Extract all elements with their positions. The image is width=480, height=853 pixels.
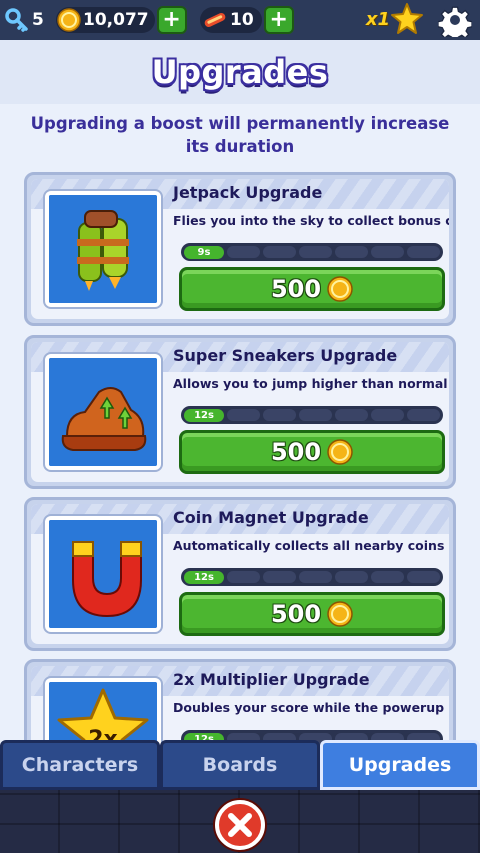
progress-fill: 12s [184,408,224,422]
progress-segment [227,246,260,258]
progress-segment [299,409,332,421]
upgrade-title: Jetpack Upgrade [173,183,323,202]
multiplier-value: x1 [365,8,390,30]
progress-segment [371,246,404,258]
title-band: Upgrades [0,40,480,104]
progress-segment [335,246,368,258]
keys-counter: 5 [4,4,44,36]
progress-segment [371,571,404,583]
progress-segment [299,571,332,583]
page-title: Upgrades [151,53,329,91]
upgrade-description: Flies you into the sky to collect bonus … [173,213,449,228]
plus-icon: + [269,7,288,32]
add-coins-button[interactable]: + [156,6,187,34]
upgrade-price: 500 [270,438,322,466]
key-icon [5,8,28,32]
upgrade-title: 2x Multiplier Upgrade [173,670,370,689]
tab-characters[interactable]: Characters [0,740,160,790]
upgrade-card: Super Sneakers Upgrade Allows you to jum… [24,335,456,489]
progress-segment [371,409,404,421]
buy-upgrade-button[interactable]: 500 [179,267,445,311]
star-icon [391,3,423,34]
coin-icon [57,8,81,32]
upgrade-description: Allows you to jump higher than normal [173,376,448,391]
progress-segment [227,409,260,421]
tab-boards[interactable]: Boards [160,740,320,790]
progress-fill: 12s [184,570,224,584]
coins-count: 10,077 [83,10,149,30]
upgrade-price: 500 [270,275,322,303]
upgrade-progress-bar: 12s [181,568,443,586]
tab-upgrades[interactable]: Upgrades [320,740,480,790]
add-boards-button[interactable]: + [263,6,294,34]
upgrade-title: Coin Magnet Upgrade [173,508,369,527]
progress-segment [263,571,296,583]
progress-segment [227,571,260,583]
coins-counter: 10,077 + [56,4,187,36]
coin-icon [327,439,353,465]
close-button[interactable] [215,800,265,850]
buy-upgrade-button[interactable]: 500 [179,430,445,474]
magnet-icon [49,520,157,628]
shop-tabs: Characters Boards Upgrades [0,740,480,790]
upgrade-description: Doubles your score while the powerup is … [173,700,449,715]
jetpack-icon [49,195,157,303]
settings-button[interactable] [437,3,473,42]
boards-count: 10 [230,10,254,30]
plus-icon: + [162,7,181,32]
hoverboard-icon [204,13,226,27]
upgrade-icon-frame [45,516,161,632]
upgrade-title: Super Sneakers Upgrade [173,346,398,365]
progress-segment [299,246,332,258]
upgrade-icon-frame [45,354,161,470]
upgrade-card: Jetpack Upgrade Flies you into the sky t… [24,172,456,326]
coin-icon [327,276,353,302]
progress-segment [263,246,296,258]
score-multiplier[interactable]: x1 [366,2,424,36]
keys-count: 5 [32,10,44,30]
upgrade-card: Coin Magnet Upgrade Automatically collec… [24,497,456,651]
upgrade-card-body: Super Sneakers Upgrade Allows you to jum… [31,342,449,482]
progress-segment [263,409,296,421]
upgrade-progress-bar: 9s [181,243,443,261]
buy-upgrade-button[interactable]: 500 [179,592,445,636]
upgrade-price: 500 [270,600,322,628]
upgrade-description: Automatically collects all nearby coins [173,538,445,553]
progress-segment [335,571,368,583]
boards-counter: 10 + [200,4,294,36]
progress-segment [407,246,440,258]
coin-icon [327,601,353,627]
progress-segment [407,571,440,583]
sneakers-icon [49,358,157,466]
upgrade-card-body: Jetpack Upgrade Flies you into the sky t… [31,179,449,319]
close-icon [228,813,252,837]
progress-segment [335,409,368,421]
gear-icon [437,6,473,42]
upgrade-progress-bar: 12s [181,406,443,424]
status-bar: 5 10,077 + 10 + x1 [0,0,480,42]
progress-segment [407,409,440,421]
progress-fill: 9s [184,245,224,259]
page-subtitle: Upgrading a boost will permanently incre… [30,114,450,156]
upgrade-card-body: Coin Magnet Upgrade Automatically collec… [31,504,449,644]
upgrade-icon-frame [45,191,161,307]
